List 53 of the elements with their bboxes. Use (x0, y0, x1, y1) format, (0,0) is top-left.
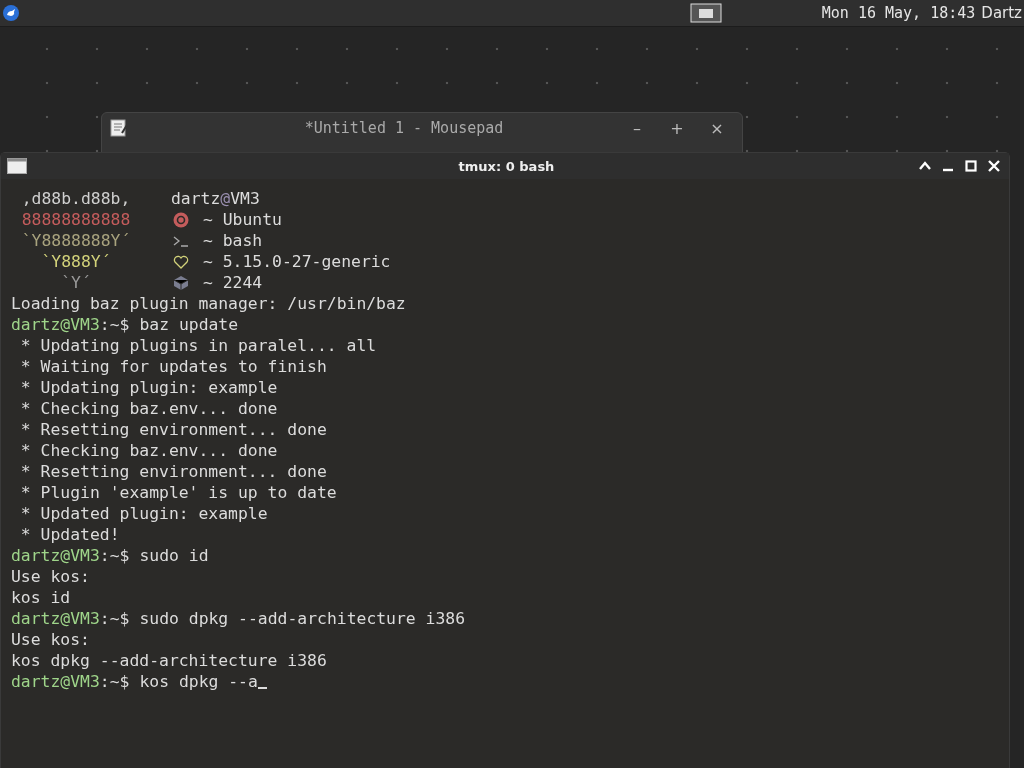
command-text: sudo dpkg --add-architecture i386 (138, 608, 466, 629)
shell-prompt: dartz@VM3 (11, 314, 100, 335)
output-line: Use kos: (11, 566, 90, 587)
prompt-path: :~$ (99, 314, 130, 335)
window-title: *Untitled 1 - Mousepad (303, 119, 505, 137)
heart-icon (173, 253, 189, 270)
notepad-icon (110, 119, 128, 137)
output-line: kos dpkg --add-architecture i386 (11, 650, 327, 671)
ascii-art: `Y´ (60, 272, 92, 293)
ascii-art: `Y888Y´ (40, 251, 112, 272)
output-line: * Resetting environment... done (19, 419, 327, 440)
command-text: kos dpkg --a (138, 671, 258, 692)
output-line: * Checking baz.env... done (19, 440, 278, 461)
output-line: * Updated plugin: example (19, 503, 268, 524)
ascii-art: ,d88b.d88b, (20, 188, 132, 209)
user-host: dartz@VM3 (171, 188, 260, 209)
prompt-path: :~$ (99, 671, 130, 692)
output-line: * Resetting environment... done (19, 461, 327, 482)
output-line: Use kos: (11, 629, 90, 650)
command-text: sudo id (138, 545, 209, 566)
user-name[interactable]: Dartz (981, 4, 1022, 22)
ascii-art: 88888888888 (20, 209, 132, 230)
output-line: * Updating plugins in paralel... all (19, 335, 377, 356)
ascii-art: `Y8888888Y´ (20, 230, 132, 251)
system-info: ~ bash (203, 230, 263, 251)
window-icon (7, 158, 27, 174)
shell-prompt: dartz@VM3 (11, 545, 100, 566)
window-control[interactable]: – (620, 118, 654, 138)
output-line: * Waiting for updates to finish (19, 356, 327, 377)
output-line: * Checking baz.env... done (19, 398, 278, 419)
shell-prompt: dartz@VM3 (11, 608, 100, 629)
prompt-path: :~$ (99, 608, 130, 629)
output-line: kos id (11, 587, 71, 608)
window-title: tmux: 0 bash (457, 158, 556, 174)
maximize-icon[interactable] (964, 159, 978, 173)
package-icon (173, 274, 189, 291)
prompt-path: :~$ (99, 545, 130, 566)
window-control[interactable]: + (660, 118, 694, 138)
output-line: * Plugin 'example' is up to date (19, 482, 337, 503)
ubuntu-icon (173, 211, 189, 228)
output-line: * Updated! (19, 524, 120, 545)
system-info: ~ 2244 (203, 272, 263, 293)
close-icon[interactable] (987, 159, 1001, 173)
system-info: ~ Ubuntu (203, 209, 282, 230)
window-control[interactable]: × (700, 118, 734, 138)
command-text: baz update (138, 314, 239, 335)
system-info: ~ 5.15.0-27-generic (203, 251, 391, 272)
clock[interactable]: Mon 16 May, 18:43 (821, 4, 976, 22)
window-icon[interactable] (689, 3, 722, 23)
shell-prompt: dartz@VM3 (11, 671, 100, 692)
output-line: Loading baz plugin manager: /usr/bin/baz (11, 293, 406, 314)
mouse-icon[interactable] (3, 5, 19, 21)
output-line: * Updating plugin: example (19, 377, 278, 398)
